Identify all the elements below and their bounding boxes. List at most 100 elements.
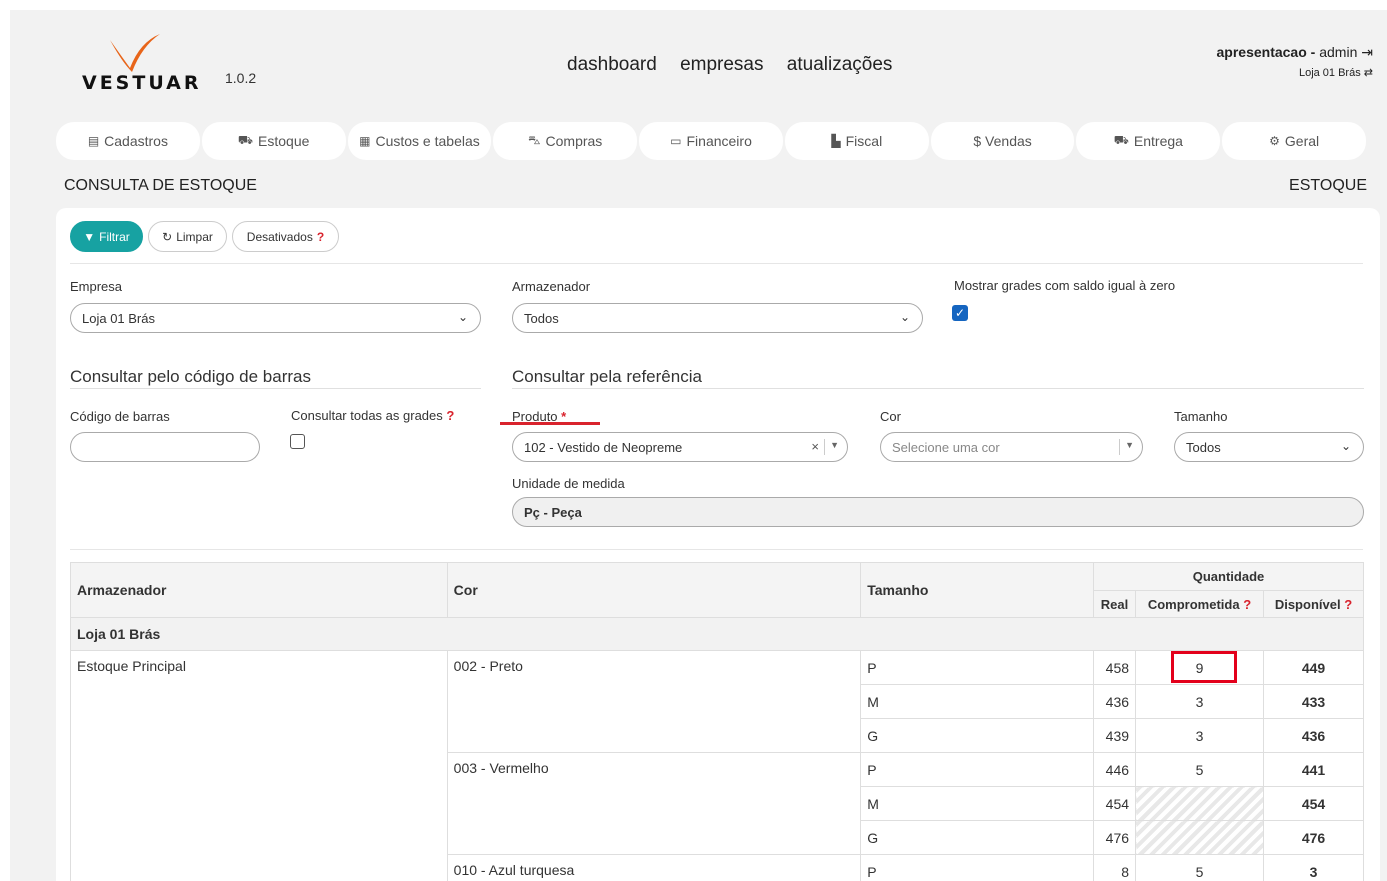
header-comprometida: Comprometida ?: [1135, 590, 1264, 618]
real-cell: 476: [1093, 820, 1137, 855]
tamanho-cell: G: [860, 718, 1095, 753]
tab-cadastros[interactable]: ▤ Cadastros: [56, 122, 200, 160]
help-icon[interactable]: ?: [1344, 597, 1352, 612]
comprometida-link[interactable]: 3: [1135, 684, 1264, 719]
comprometida-link[interactable]: 3: [1135, 718, 1264, 753]
header-disponivel-text: Disponível: [1274, 596, 1341, 612]
filter-label: Filtrar: [99, 229, 130, 244]
table-header-row: Armazenador Cor Tamanho Quantidade: [70, 562, 1364, 618]
armazenador-label: Armazenador: [512, 279, 591, 294]
tamanho-cell: P: [860, 650, 1095, 685]
app-version: 1.0.2: [225, 70, 257, 86]
real-cell: 439: [1093, 718, 1137, 753]
tamanho-label: Tamanho: [1174, 409, 1228, 424]
switch-store-icon[interactable]: ⇄: [1364, 67, 1373, 79]
truck-icon: ⛟: [1113, 133, 1129, 147]
armazenador-select[interactable]: Todos ⌄: [512, 303, 923, 333]
divider: [70, 549, 1363, 550]
comprometida-link[interactable]: 5: [1135, 854, 1264, 881]
cor-cell: 003 - Vermelho: [446, 752, 862, 855]
disabled-label: Desativados: [246, 229, 313, 244]
barcode-section-title: Consultar pelo código de barras: [70, 367, 311, 386]
produto-select[interactable]: 102 - Vestido de Neopreme × ▼: [512, 432, 848, 462]
breadcrumb: ESTOQUE: [1289, 177, 1367, 194]
chevron-down-icon: ⌄: [899, 310, 910, 324]
user-box: apresentacao - admin ⇥ Loja 01 Brás ⇄: [1217, 44, 1374, 79]
disponivel-cell: 441: [1262, 752, 1365, 787]
tab-estoque[interactable]: ⛟ Estoque: [201, 122, 346, 160]
truck-icon: ⛟: [237, 133, 254, 147]
tab-label: Custos e tabelas: [375, 133, 480, 149]
tab-custos-e-tabelas[interactable]: ▦ Custos e tabelas: [347, 122, 492, 160]
cor-select[interactable]: Selecione uma cor ▼: [880, 432, 1143, 462]
highlight-underline: [500, 422, 600, 425]
tab-compras[interactable]: ⛍ Compras: [493, 122, 638, 160]
real-cell: 436: [1093, 684, 1137, 719]
comprometida-link[interactable]: 5: [1135, 752, 1264, 787]
header-tamanho: Tamanho: [860, 562, 1095, 618]
tab-entrega[interactable]: ⛟ Entrega: [1076, 122, 1221, 160]
user-separator: -: [1306, 44, 1320, 60]
chevron-down-icon: ⌄: [457, 310, 468, 324]
divider: [512, 388, 1364, 389]
barcode-input[interactable]: [70, 432, 260, 462]
zero-balance-checkbox[interactable]: ✓: [952, 305, 968, 321]
disponivel-cell: 436: [1262, 718, 1365, 753]
tamanho-cell: M: [860, 684, 1095, 719]
armazenador-value: Todos: [524, 310, 559, 326]
tab-label: $ Vendas: [973, 133, 1032, 149]
tab-geral[interactable]: ⚙ Geral: [1222, 122, 1367, 160]
tab-label: Entrega: [1133, 133, 1183, 149]
gears-icon: ⚙: [1269, 134, 1280, 148]
zero-balance-label: Mostrar grades com saldo igual à zero: [954, 278, 1176, 293]
cor-cell: 002 - Preto: [446, 650, 862, 753]
tab-label: Cadastros: [104, 133, 168, 149]
real-cell: 458: [1093, 650, 1137, 685]
tab-financeiro[interactable]: ▭ Financeiro: [639, 122, 783, 160]
top-nav: dashboard empresas atualizações: [567, 54, 910, 76]
stock-table: Armazenador Cor Tamanho Quantidade Real …: [70, 562, 1365, 881]
tab-label: Financeiro: [686, 133, 752, 149]
header-quantidade: Quantidade: [1093, 562, 1364, 591]
logout-icon[interactable]: ⇥: [1361, 44, 1373, 60]
header-disponivel: Disponível ?: [1262, 590, 1365, 618]
all-grades-checkbox[interactable]: [290, 434, 305, 449]
tamanho-select[interactable]: Todos ⌄: [1174, 432, 1364, 462]
clear-icon[interactable]: ×: [811, 439, 819, 454]
nav-empresas[interactable]: empresas: [680, 54, 763, 75]
produto-value: 102 - Vestido de Neopreme: [524, 439, 683, 455]
filter-button[interactable]: ▼ Filtrar: [70, 221, 143, 252]
tab-fiscal[interactable]: ▙ Fiscal: [784, 122, 929, 160]
unidade-field: Pç - Peça: [512, 497, 1364, 527]
real-cell: 446: [1093, 752, 1137, 787]
group-row: Loja 01 Brás: [70, 617, 1364, 651]
filter-icon: ▼: [83, 229, 96, 244]
header-cor: Cor: [446, 562, 862, 618]
nav-atualizacoes[interactable]: atualizações: [787, 54, 893, 75]
help-icon[interactable]: ?: [1243, 597, 1251, 612]
help-icon[interactable]: ?: [317, 230, 324, 244]
brand-name: VESTUAR: [82, 72, 202, 94]
divider: [70, 388, 481, 389]
header-armazenador: Armazenador: [70, 562, 448, 618]
tamanho-cell: P: [860, 752, 1095, 787]
tab-vendas[interactable]: $ Vendas: [930, 122, 1075, 160]
tab-label: Geral: [1284, 133, 1320, 149]
disponivel-cell: 3: [1262, 854, 1365, 881]
help-icon[interactable]: ?: [446, 408, 454, 423]
tab-label: Compras: [545, 133, 603, 149]
user-name[interactable]: admin: [1319, 44, 1357, 60]
clear-button[interactable]: ↻ Limpar: [148, 221, 227, 252]
disponivel-cell: 433: [1262, 684, 1365, 719]
unidade-label: Unidade de medida: [512, 476, 625, 491]
separator: [824, 439, 825, 455]
empresa-select[interactable]: Loja 01 Brás ⌄: [70, 303, 481, 333]
nav-dashboard[interactable]: dashboard: [567, 54, 657, 75]
cor-placeholder: Selecione uma cor: [892, 439, 1000, 455]
store-name[interactable]: Loja 01 Brás: [1299, 67, 1361, 79]
cor-cell: 010 - Azul turquesa: [446, 854, 862, 881]
disabled-button[interactable]: Desativados?: [232, 221, 339, 252]
refresh-icon: ↻: [162, 229, 173, 244]
tamanho-value: Todos: [1186, 439, 1221, 455]
warehouse-cell: Estoque Principal: [70, 650, 448, 881]
